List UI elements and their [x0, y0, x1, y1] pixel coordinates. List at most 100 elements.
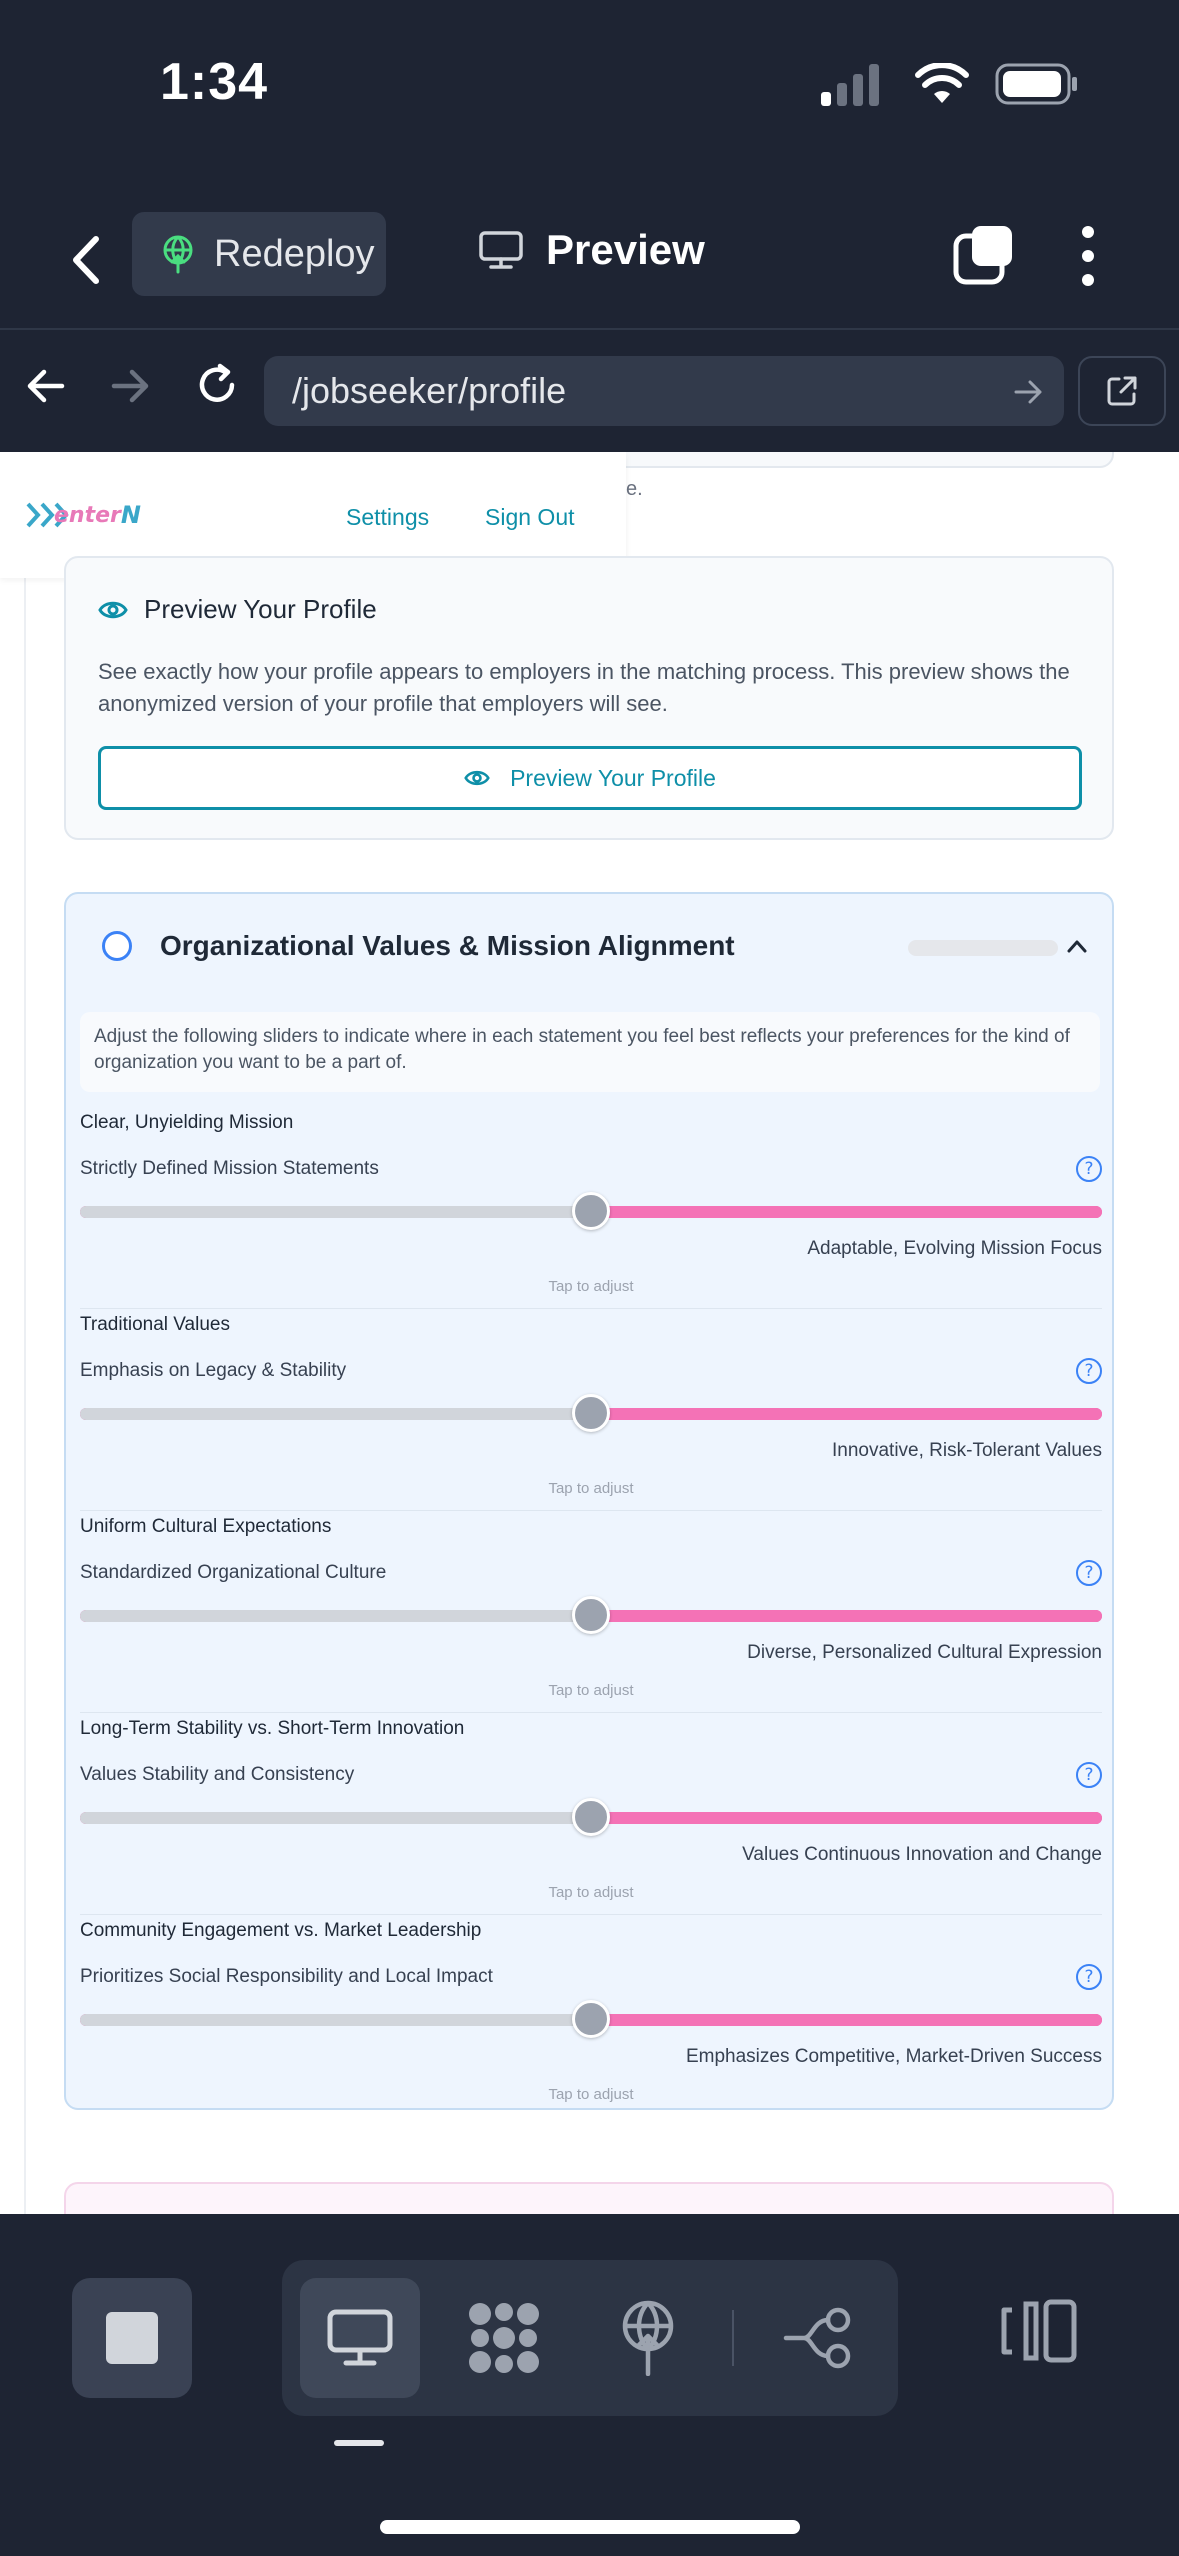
slider-item: Uniform Cultural Expectations Standardize…: [80, 1516, 1102, 1716]
status-icons: [819, 62, 1079, 111]
grid-blob-icon: [469, 2303, 539, 2373]
slider-thumb[interactable]: [572, 1394, 610, 1432]
browser-bar: /jobseeker/profile: [0, 332, 1179, 452]
slider-item: Traditional Values Emphasis on Legacy & S…: [80, 1314, 1102, 1514]
battery-icon: [995, 63, 1079, 110]
signal-icon: [819, 62, 889, 111]
preview-title[interactable]: Preview: [478, 226, 705, 274]
nav-sign-out-link[interactable]: Sign Out: [485, 504, 575, 531]
slider-thumb[interactable]: [572, 1192, 610, 1230]
slider-track[interactable]: [80, 2000, 1102, 2038]
slider-divider: [80, 1510, 1102, 1511]
url-field[interactable]: /jobseeker/profile: [264, 356, 1064, 426]
tap-hint: Tap to adjust: [548, 1682, 634, 1699]
page-gutter: [24, 452, 26, 2214]
slider-track-left: [80, 1408, 591, 1420]
tabs-button[interactable]: [952, 224, 1016, 291]
preview-card-title: Preview Your Profile: [144, 594, 377, 624]
slider-category: Uniform Cultural Expectations: [80, 1516, 332, 1537]
slider-thumb[interactable]: [572, 1798, 610, 1836]
help-icon[interactable]: ?: [1076, 1964, 1102, 1990]
preview-profile-button[interactable]: Preview Your Profile: [98, 746, 1082, 810]
stop-button[interactable]: [72, 2278, 192, 2398]
back-button[interactable]: [60, 230, 110, 290]
slider-track-right: [591, 1812, 1102, 1824]
logo-letter: N: [120, 501, 141, 529]
browser-forward-button[interactable]: [108, 364, 152, 413]
bottom-toolbar: [0, 2214, 1179, 2556]
logo-text: enter: [54, 502, 121, 528]
slider-track-right: [591, 1610, 1102, 1622]
redeploy-label: Redeploy: [214, 232, 375, 275]
tap-hint: Tap to adjust: [548, 2086, 634, 2103]
status-bar: 1:34: [0, 0, 1179, 180]
slider-track[interactable]: [80, 1192, 1102, 1230]
section-progress-bar: [908, 940, 1058, 956]
slider-left-label: Emphasis on Legacy & Stability: [80, 1360, 347, 1381]
globe-upload-icon: [163, 235, 193, 274]
tool-workflow[interactable]: [758, 2278, 878, 2398]
slider-left-label: Prioritizes Social Responsibility and Lo…: [80, 1966, 493, 1987]
reload-button[interactable]: [192, 360, 242, 415]
slider-divider: [80, 1914, 1102, 1915]
tap-hint: Tap to adjust: [548, 1480, 634, 1497]
slider-category: Long-Term Stability vs. Short-Term Innov…: [80, 1718, 465, 1739]
help-icon[interactable]: ?: [1076, 1156, 1102, 1182]
slider-track[interactable]: [80, 1394, 1102, 1432]
tool-preview[interactable]: [300, 2278, 420, 2398]
tap-hint: Tap to adjust: [548, 1278, 634, 1295]
open-external-button[interactable]: [1078, 356, 1166, 426]
eye-icon: [98, 601, 128, 618]
values-alignment-card: Organizational Values & Mission Alignmen…: [64, 892, 1114, 2110]
slider-left-label: Standardized Organizational Culture: [80, 1562, 387, 1583]
tabs-icon: [953, 226, 1012, 285]
preview-card-header: Preview Your Profile: [98, 594, 377, 625]
slider-category: Traditional Values: [80, 1314, 230, 1335]
values-card-header[interactable]: Organizational Values & Mission Alignmen…: [102, 930, 735, 962]
slider-right-label: Innovative, Risk-Tolerant Values: [832, 1440, 1102, 1461]
slider-left-label: Strictly Defined Mission Statements: [80, 1158, 379, 1179]
slider-track-right: [591, 1206, 1102, 1218]
help-icon[interactable]: ?: [1076, 1358, 1102, 1384]
web-viewport[interactable]: e. enter N Settings Sign Out Preview You…: [0, 452, 1179, 2214]
home-indicator[interactable]: [380, 2520, 800, 2534]
url-go-button[interactable]: [1012, 376, 1044, 413]
app-header: Redeploy Preview: [0, 190, 1179, 330]
preview-profile-card: Preview Your Profile See exactly how you…: [64, 556, 1114, 840]
chevron-up-icon[interactable]: [1066, 938, 1088, 959]
tap-hint: Tap to adjust: [548, 1884, 634, 1901]
monitor-icon: [479, 231, 523, 269]
status-time: 1:34: [160, 53, 269, 111]
arrow-go-icon: [1014, 380, 1042, 404]
slider-divider: [80, 1712, 1102, 1713]
values-intro-text: Adjust the following sliders to indicate…: [80, 1012, 1100, 1092]
slider-track[interactable]: [80, 1596, 1102, 1634]
tool-canvas[interactable]: [444, 2278, 564, 2398]
eye-icon: [464, 770, 490, 786]
kebab-menu-icon[interactable]: [1082, 226, 1096, 286]
tool-deploy[interactable]: [588, 2278, 708, 2398]
logo[interactable]: enter N: [26, 500, 141, 530]
slider-item: Long-Term Stability vs. Short-Term Innov…: [80, 1718, 1102, 1918]
slider-left-label: Values Stability and Consistency: [80, 1764, 355, 1785]
help-icon[interactable]: ?: [1076, 1560, 1102, 1586]
workflow-icon: [783, 2307, 851, 2369]
browser-back-button[interactable]: [24, 364, 68, 413]
panel-toggle-icon: [1001, 2299, 1077, 2363]
preview-label: Preview: [546, 226, 705, 273]
panel-toggle-button[interactable]: [1000, 2298, 1080, 2369]
slider-right-label: Values Continuous Innovation and Change: [742, 1844, 1102, 1865]
slider-track-left: [80, 1206, 591, 1218]
help-icon[interactable]: ?: [1076, 1762, 1102, 1788]
values-card-title: Organizational Values & Mission Alignmen…: [160, 930, 735, 961]
slider-track[interactable]: [80, 1798, 1102, 1836]
arrow-right-icon: [111, 369, 149, 403]
external-link-icon: [1107, 376, 1137, 406]
slider-thumb[interactable]: [572, 2000, 610, 2038]
redeploy-button[interactable]: Redeploy: [132, 212, 386, 296]
nav-settings-link[interactable]: Settings: [346, 504, 429, 531]
active-tool-indicator: [334, 2440, 384, 2446]
slider-thumb[interactable]: [572, 1596, 610, 1634]
preview-card-description: See exactly how your profile appears to …: [98, 659, 1070, 716]
wifi-icon: [915, 62, 969, 110]
